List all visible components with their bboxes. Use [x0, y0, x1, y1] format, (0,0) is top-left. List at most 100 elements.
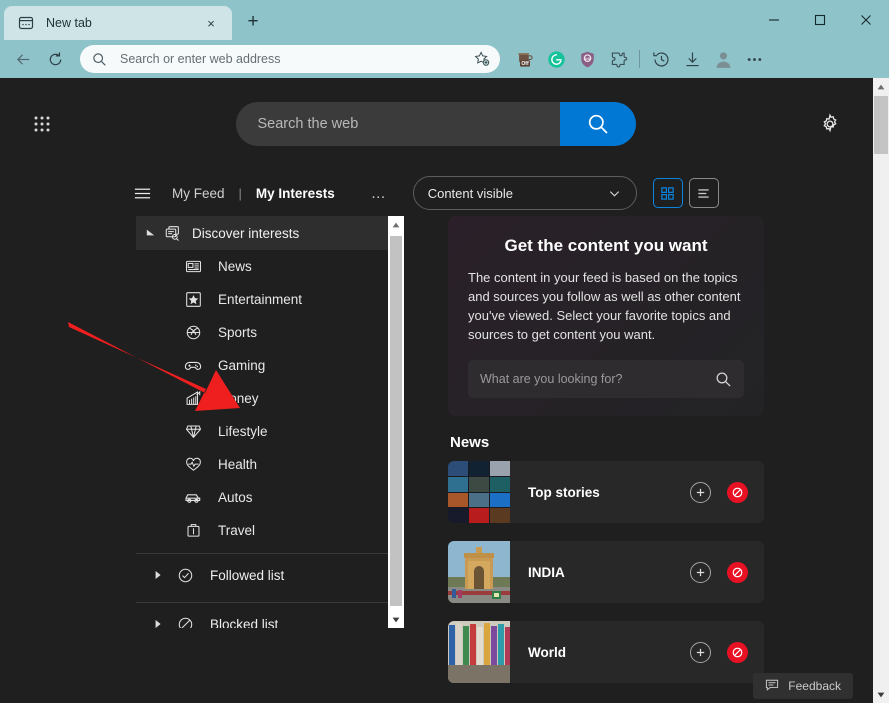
minimize-icon[interactable]	[751, 0, 797, 40]
extensions-puzzle-icon[interactable]	[603, 44, 633, 74]
close-icon[interactable]: ×	[200, 12, 222, 34]
interests-search-input[interactable]: What are you looking for?	[480, 372, 715, 386]
settings-and-more-icon[interactable]	[739, 44, 769, 74]
interest-item-health[interactable]: Health	[136, 448, 404, 481]
new-tab-button[interactable]: +	[238, 7, 268, 37]
car-icon	[182, 489, 204, 507]
feed-more-options-button[interactable]: …	[371, 185, 387, 202]
interest-label: Money	[218, 391, 259, 406]
news-collage-thumbnail	[448, 461, 510, 523]
profile-avatar-icon[interactable]	[708, 44, 738, 74]
interest-card[interactable]: INDIA	[448, 541, 764, 603]
basketball-icon	[182, 324, 204, 341]
interests-search-box[interactable]: What are you looking for?	[468, 360, 744, 398]
heart-pulse-icon	[182, 456, 204, 473]
scroll-down-arrow-icon[interactable]	[388, 611, 404, 628]
ublock-origin-extension-icon[interactable]: uo	[572, 44, 602, 74]
list-view-toggle[interactable]	[689, 178, 719, 208]
scroll-down-arrow-icon[interactable]	[873, 686, 889, 703]
content-visibility-select[interactable]: Content visible	[413, 176, 637, 210]
interests-list: Discover interests News	[136, 216, 404, 628]
scrollbar-thumb[interactable]	[874, 96, 888, 154]
interest-label: Lifestyle	[218, 424, 268, 439]
gear-icon[interactable]	[815, 109, 845, 139]
web-search-input[interactable]: Search the web	[236, 102, 560, 146]
history-icon[interactable]	[646, 44, 676, 74]
interest-label: Entertainment	[218, 292, 302, 307]
hamburger-menu-icon[interactable]	[128, 179, 156, 207]
block-button[interactable]	[727, 482, 748, 503]
coffee-extension-icon[interactable]: Off	[510, 44, 540, 74]
interest-label: Health	[218, 457, 257, 472]
scroll-up-arrow-icon[interactable]	[388, 216, 404, 233]
feedback-label: Feedback	[788, 679, 841, 693]
browser-chrome: New tab × +	[0, 0, 889, 78]
card-title: World	[528, 645, 690, 660]
window-controls	[751, 0, 889, 40]
refresh-icon[interactable]	[40, 44, 70, 74]
interest-item-entertainment[interactable]: Entertainment	[136, 283, 404, 316]
close-window-icon[interactable]	[843, 0, 889, 40]
blocked-list-group[interactable]: Blocked list	[136, 603, 404, 628]
follow-button[interactable]	[690, 482, 711, 503]
india-gate-thumbnail	[448, 541, 510, 603]
group-label: Followed list	[210, 568, 284, 583]
web-search-box[interactable]: Search the web	[236, 102, 636, 146]
expand-triangle-icon[interactable]	[150, 619, 166, 628]
block-button[interactable]	[727, 562, 748, 583]
feed-tab-separator: |	[239, 186, 242, 201]
promo-body: The content in your feed is based on the…	[468, 268, 744, 344]
discover-interests-label: Discover interests	[192, 226, 299, 241]
interests-panel: Discover interests News	[136, 216, 404, 636]
newspaper-icon	[182, 258, 204, 275]
block-circle-icon	[174, 616, 196, 629]
interest-item-autos[interactable]: Autos	[136, 481, 404, 514]
follow-button[interactable]	[690, 642, 711, 663]
new-tab-page: Search the web My Feed | My Interests	[0, 78, 889, 703]
interest-label: News	[218, 259, 252, 274]
expand-triangle-icon[interactable]	[150, 570, 166, 580]
discover-interests-header[interactable]: Discover interests	[136, 216, 404, 250]
app-launcher-grid-icon[interactable]	[28, 110, 56, 138]
followed-list-group[interactable]: Followed list	[136, 554, 404, 596]
interest-item-sports[interactable]: Sports	[136, 316, 404, 349]
feed-header: My Feed | My Interests … Content visible	[0, 170, 873, 216]
maximize-icon[interactable]	[797, 0, 843, 40]
view-toggle-group	[653, 178, 719, 208]
add-favorite-star-icon[interactable]	[472, 51, 492, 67]
tab-my-feed[interactable]: My Feed	[170, 182, 227, 205]
interest-item-money[interactable]: Money	[136, 382, 404, 415]
back-arrow-icon[interactable]	[8, 44, 38, 74]
scrollbar-thumb[interactable]	[390, 236, 402, 606]
interest-label: Autos	[218, 490, 253, 505]
grid-view-toggle[interactable]	[653, 178, 683, 208]
grammarly-extension-icon[interactable]	[541, 44, 571, 74]
interest-item-travel[interactable]: Travel	[136, 514, 404, 547]
web-search-button[interactable]	[560, 102, 636, 146]
search-icon[interactable]	[715, 371, 732, 388]
interest-card[interactable]: World	[448, 621, 764, 683]
page-scrollbar[interactable]	[873, 78, 889, 703]
interest-card[interactable]: Top stories	[448, 461, 764, 523]
promo-card: Get the content you want The content in …	[448, 216, 764, 416]
address-bar[interactable]: Search or enter web address	[80, 45, 500, 73]
interest-item-gaming[interactable]: Gaming	[136, 349, 404, 382]
feedback-button[interactable]: Feedback	[753, 673, 853, 699]
main-content: Discover interests News	[0, 216, 873, 636]
collapse-triangle-icon[interactable]	[144, 228, 158, 238]
feedback-message-icon	[765, 678, 779, 695]
block-button[interactable]	[727, 642, 748, 663]
interest-item-lifestyle[interactable]: Lifestyle	[136, 415, 404, 448]
interest-label: Sports	[218, 325, 257, 340]
scroll-up-arrow-icon[interactable]	[873, 78, 889, 95]
card-title: INDIA	[528, 565, 690, 580]
browser-toolbar: Search or enter web address Off	[0, 40, 889, 78]
flags-thumbnail	[448, 621, 510, 683]
interests-scrollbar[interactable]	[388, 216, 404, 628]
follow-button[interactable]	[690, 562, 711, 583]
chart-growth-icon	[182, 390, 204, 407]
tab-my-interests[interactable]: My Interests	[254, 182, 337, 205]
browser-tab[interactable]: New tab ×	[4, 6, 232, 40]
downloads-icon[interactable]	[677, 44, 707, 74]
interest-item-news[interactable]: News	[136, 250, 404, 283]
